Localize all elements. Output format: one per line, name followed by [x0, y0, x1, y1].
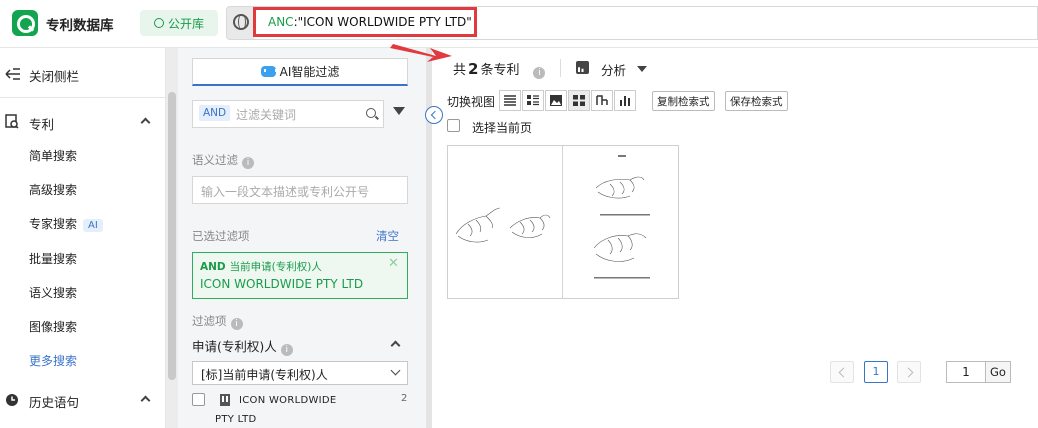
- chip-value: ICON WORLDWIDE PTY LTD: [200, 277, 364, 291]
- applicant-field-select[interactable]: [标]当前申请(专利权)人: [192, 361, 408, 385]
- goto-page-input[interactable]: 1: [946, 361, 986, 383]
- app-title: 专利数据库: [46, 18, 114, 34]
- next-page-button[interactable]: [897, 361, 921, 383]
- sidebar-item-batch-search[interactable]: 批量搜索: [29, 250, 77, 267]
- query-value: :"ICON WORLDWIDE PTY LTD": [293, 15, 472, 29]
- panel-divider[interactable]: [426, 48, 432, 428]
- sidebar-item-image-search[interactable]: 图像搜索: [29, 318, 77, 335]
- clear-filters-link[interactable]: 清空: [376, 228, 399, 244]
- count-suffix: 条专利: [480, 63, 520, 78]
- search-icon[interactable]: [366, 108, 376, 118]
- patent-doc-icon: [5, 114, 19, 129]
- globe-small-icon: [153, 18, 164, 28]
- applicant-filter-text: 申请(专利权)人: [192, 339, 277, 354]
- filters-section-text: 过滤项: [192, 314, 227, 328]
- option-checkbox[interactable]: [192, 393, 205, 406]
- history-clock-icon: [6, 394, 18, 406]
- applicant-filter-title: 申请(专利权)人 i: [192, 336, 293, 356]
- image-icon: [550, 95, 562, 106]
- close-sidebar-label: 关闭侧栏: [29, 69, 80, 84]
- header-separator: [560, 59, 561, 77]
- info-icon[interactable]: i: [242, 157, 254, 169]
- logic-and-tag[interactable]: AND: [199, 105, 231, 121]
- count-prefix: 共: [453, 63, 467, 78]
- patent-section-label: 专利: [29, 117, 55, 132]
- keyword-placeholder: 过滤关键词: [236, 108, 297, 122]
- semantic-filter-input[interactable]: 输入一段文本描述或专利公开号: [192, 176, 408, 204]
- semantic-filter-text: 语义过滤: [192, 153, 238, 167]
- query-field-code: ANC: [268, 15, 294, 29]
- option-label-line2[interactable]: PTY LTD: [215, 414, 257, 425]
- ai-filter-button[interactable]: AI智能过滤: [192, 58, 408, 86]
- grid-icon: [573, 95, 585, 106]
- select-page-label: 选择当前页: [472, 121, 533, 135]
- collapse-panel-chevron-left-icon[interactable]: [425, 106, 443, 124]
- detail-list-icon: [527, 95, 539, 106]
- view-image-button[interactable]: [545, 90, 567, 111]
- view-grid-button[interactable]: [568, 90, 590, 111]
- query-text[interactable]: ANC:"ICON WORLDWIDE PTY LTD": [268, 15, 472, 29]
- result-count: 共 2 条专利 i: [453, 59, 546, 79]
- info-icon[interactable]: i: [280, 344, 293, 356]
- go-button[interactable]: Go: [985, 361, 1011, 383]
- filter-scrollbar-thumb[interactable]: [168, 92, 176, 380]
- bar-chart-icon: [620, 96, 630, 106]
- sidebar: [0, 48, 166, 428]
- robot-icon: [260, 66, 277, 77]
- expert-search-label: 专家搜索: [29, 217, 78, 231]
- view-chart-button[interactable]: [591, 90, 613, 111]
- view-bar-chart-button[interactable]: [614, 90, 636, 111]
- info-icon[interactable]: i: [533, 67, 546, 79]
- analysis-chart-icon[interactable]: [576, 61, 589, 74]
- option-count: 2: [401, 393, 408, 404]
- copy-query-button[interactable]: 复制检索式: [652, 91, 715, 111]
- sidebar-item-expert-search[interactable]: 专家搜索 AI: [29, 215, 103, 232]
- patent-drawing-image: [455, 155, 650, 279]
- chip-logic: AND: [200, 261, 226, 273]
- company-building-icon: [220, 394, 230, 406]
- current-page-button[interactable]: 1: [864, 361, 888, 383]
- select-page-checkbox[interactable]: [447, 119, 460, 132]
- save-query-button[interactable]: 保存检索式: [725, 91, 788, 111]
- analysis-button[interactable]: 分析: [601, 60, 626, 79]
- semantic-filter-label: 语义过滤 i: [192, 152, 254, 169]
- view-list-button[interactable]: [499, 90, 521, 111]
- sidebar-item-advanced-search[interactable]: 高级搜索: [29, 181, 77, 198]
- ai-filter-label: AI智能过滤: [279, 65, 340, 79]
- list-icon: [504, 95, 516, 106]
- filter-funnel-icon[interactable]: [393, 107, 405, 115]
- globe-icon[interactable]: [233, 14, 249, 30]
- filters-section-label: 过滤项 i: [192, 313, 243, 330]
- sidebar-divider: [0, 97, 166, 98]
- prev-page-button[interactable]: [830, 361, 854, 383]
- sidebar-item-more-search[interactable]: 更多搜索: [29, 352, 77, 369]
- history-section-label: 历史语句: [29, 395, 80, 410]
- remove-filter-close-icon[interactable]: ✕: [388, 256, 399, 271]
- count-number: 2: [468, 60, 479, 78]
- sidebar-item-simple-search[interactable]: 简单搜索: [29, 147, 77, 164]
- chip-header: AND 当前申请(专利权)人: [200, 259, 322, 274]
- sidebar-item-semantic-search[interactable]: 语义搜索: [29, 284, 77, 301]
- patent-thumbnail[interactable]: [447, 145, 679, 299]
- switch-view-label: 切换视图: [447, 95, 496, 109]
- view-detail-list-button[interactable]: [522, 90, 544, 111]
- database-button-label: 公开库: [167, 16, 204, 31]
- option-label-line1[interactable]: ICON WORLDWIDE: [239, 395, 337, 406]
- chart-icon: [596, 95, 608, 105]
- info-icon[interactable]: i: [230, 318, 243, 330]
- ai-badge: AI: [83, 219, 103, 232]
- app-logo-icon[interactable]: [12, 10, 38, 36]
- database-button[interactable]: 公开库: [140, 10, 218, 36]
- caret-down-icon[interactable]: [637, 66, 647, 72]
- collapse-left-icon: [5, 68, 20, 80]
- thumbnail-page-split: [562, 146, 563, 298]
- selected-filters-label: 已选过滤项: [192, 229, 250, 243]
- chip-field: 当前申请(专利权)人: [229, 261, 322, 273]
